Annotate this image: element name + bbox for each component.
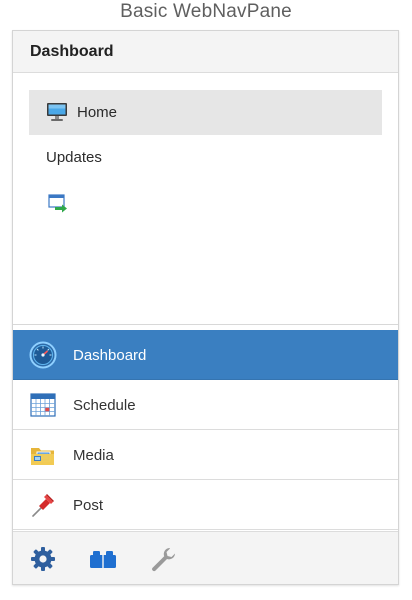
nav-item-label: Dashboard [73, 347, 147, 364]
caption-title: Basic WebNavPane [120, 1, 292, 22]
content-item-label: Updates [46, 149, 102, 166]
pushpin-icon [29, 491, 57, 519]
nav-list: Dashboard Schedule Media Post [13, 330, 398, 530]
nav-item-media[interactable]: Media [13, 430, 398, 480]
folder-media-icon [29, 441, 57, 469]
content-item-window-arrow[interactable] [29, 181, 382, 226]
blocks-icon[interactable] [89, 545, 117, 573]
nav-item-label: Media [73, 447, 114, 464]
pane-title: Dashboard [30, 43, 114, 60]
window-arrow-icon [48, 194, 70, 214]
pane-header: Dashboard [13, 31, 398, 73]
content-panel: Home Updates [13, 73, 398, 325]
nav-item-dashboard[interactable]: Dashboard [13, 330, 398, 380]
nav-item-label: Post [73, 497, 104, 514]
monitor-icon [46, 102, 68, 122]
nav-item-post[interactable]: Post [13, 480, 398, 530]
content-item-updates[interactable]: Updates [29, 135, 382, 180]
content-item-home[interactable]: Home [29, 90, 382, 135]
content-item-label: Home [77, 104, 118, 121]
speedometer-icon [29, 341, 57, 369]
footer-toolbar [13, 531, 398, 584]
calendar-icon [29, 391, 57, 419]
gear-icon[interactable] [29, 545, 57, 573]
nav-item-schedule[interactable]: Schedule [13, 380, 398, 430]
nav-item-label: Schedule [73, 397, 136, 414]
wrench-icon[interactable] [149, 545, 177, 573]
web-nav-pane: Dashboard Home Updates Dashboard Schedul… [12, 30, 399, 585]
